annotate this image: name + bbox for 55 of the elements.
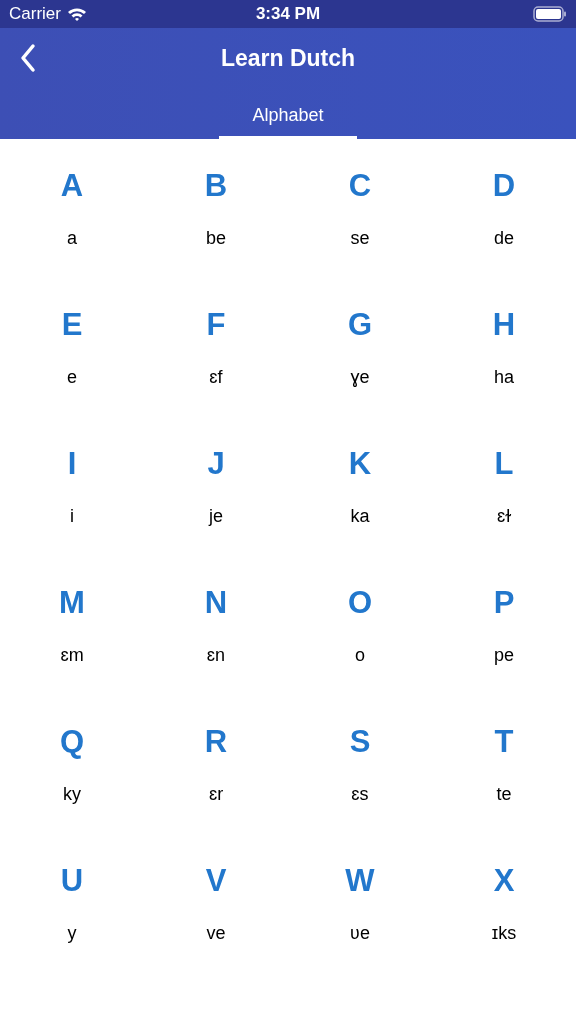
pronunciation: ɣe — [350, 366, 370, 388]
letter[interactable]: Q — [59, 724, 85, 760]
pronunciation: de — [494, 227, 514, 249]
letter[interactable]: T — [494, 724, 514, 760]
letter[interactable]: N — [204, 585, 228, 621]
letter[interactable]: R — [204, 724, 228, 760]
pronunciation: o — [355, 644, 365, 666]
letter[interactable]: M — [59, 585, 85, 621]
pronunciation: ky — [63, 783, 81, 805]
letter[interactable]: C — [348, 168, 372, 204]
pronunciation: y — [67, 922, 77, 944]
pronunciation: ve — [206, 922, 226, 944]
pronunciation: ka — [350, 505, 370, 527]
pronunciation: ɛm — [60, 644, 84, 666]
letter[interactable]: I — [67, 446, 77, 482]
chevron-left-icon — [20, 43, 36, 73]
letter[interactable]: U — [60, 863, 84, 899]
letter[interactable]: W — [345, 863, 375, 899]
pronunciation: pe — [494, 644, 514, 666]
letter[interactable]: F — [206, 307, 226, 343]
pronunciation: ɛr — [208, 783, 224, 805]
carrier-label: Carrier — [9, 3, 61, 26]
letter[interactable]: A — [60, 168, 84, 204]
letter[interactable]: V — [205, 863, 227, 899]
pronunciation: e — [67, 366, 77, 388]
letter[interactable]: K — [348, 446, 372, 482]
pronunciation: be — [206, 227, 226, 249]
page-title: Learn Dutch — [220, 43, 356, 73]
letter[interactable]: P — [493, 585, 515, 621]
clock: 3:34 PM — [255, 3, 321, 26]
letter[interactable]: E — [61, 307, 83, 343]
tab[interactable]: Alphabet — [219, 95, 357, 139]
pronunciation: ʋe — [350, 922, 370, 944]
pronunciation: te — [496, 783, 512, 805]
letter[interactable]: G — [347, 307, 373, 343]
letter[interactable]: B — [204, 168, 228, 204]
letter[interactable]: J — [207, 446, 225, 482]
letter[interactable]: L — [494, 446, 514, 482]
pronunciation: a — [67, 227, 77, 249]
battery-icon — [533, 6, 567, 22]
letter[interactable]: H — [492, 307, 516, 343]
wifi-icon — [66, 7, 87, 21]
letter[interactable]: S — [349, 724, 371, 760]
pronunciation: ɛf — [209, 366, 223, 388]
pronunciation: ɛn — [206, 644, 226, 666]
letter[interactable]: X — [493, 863, 515, 899]
pronunciation: ɛs — [351, 783, 369, 805]
pronunciation: je — [209, 505, 223, 527]
pronunciation: ɪks — [491, 922, 517, 944]
pronunciation: ɛɫ — [496, 505, 512, 527]
letter[interactable]: D — [492, 168, 516, 204]
pronunciation: ha — [494, 366, 514, 388]
pronunciation: se — [350, 227, 370, 249]
pronunciation: i — [70, 505, 74, 527]
letter[interactable]: O — [347, 585, 373, 621]
